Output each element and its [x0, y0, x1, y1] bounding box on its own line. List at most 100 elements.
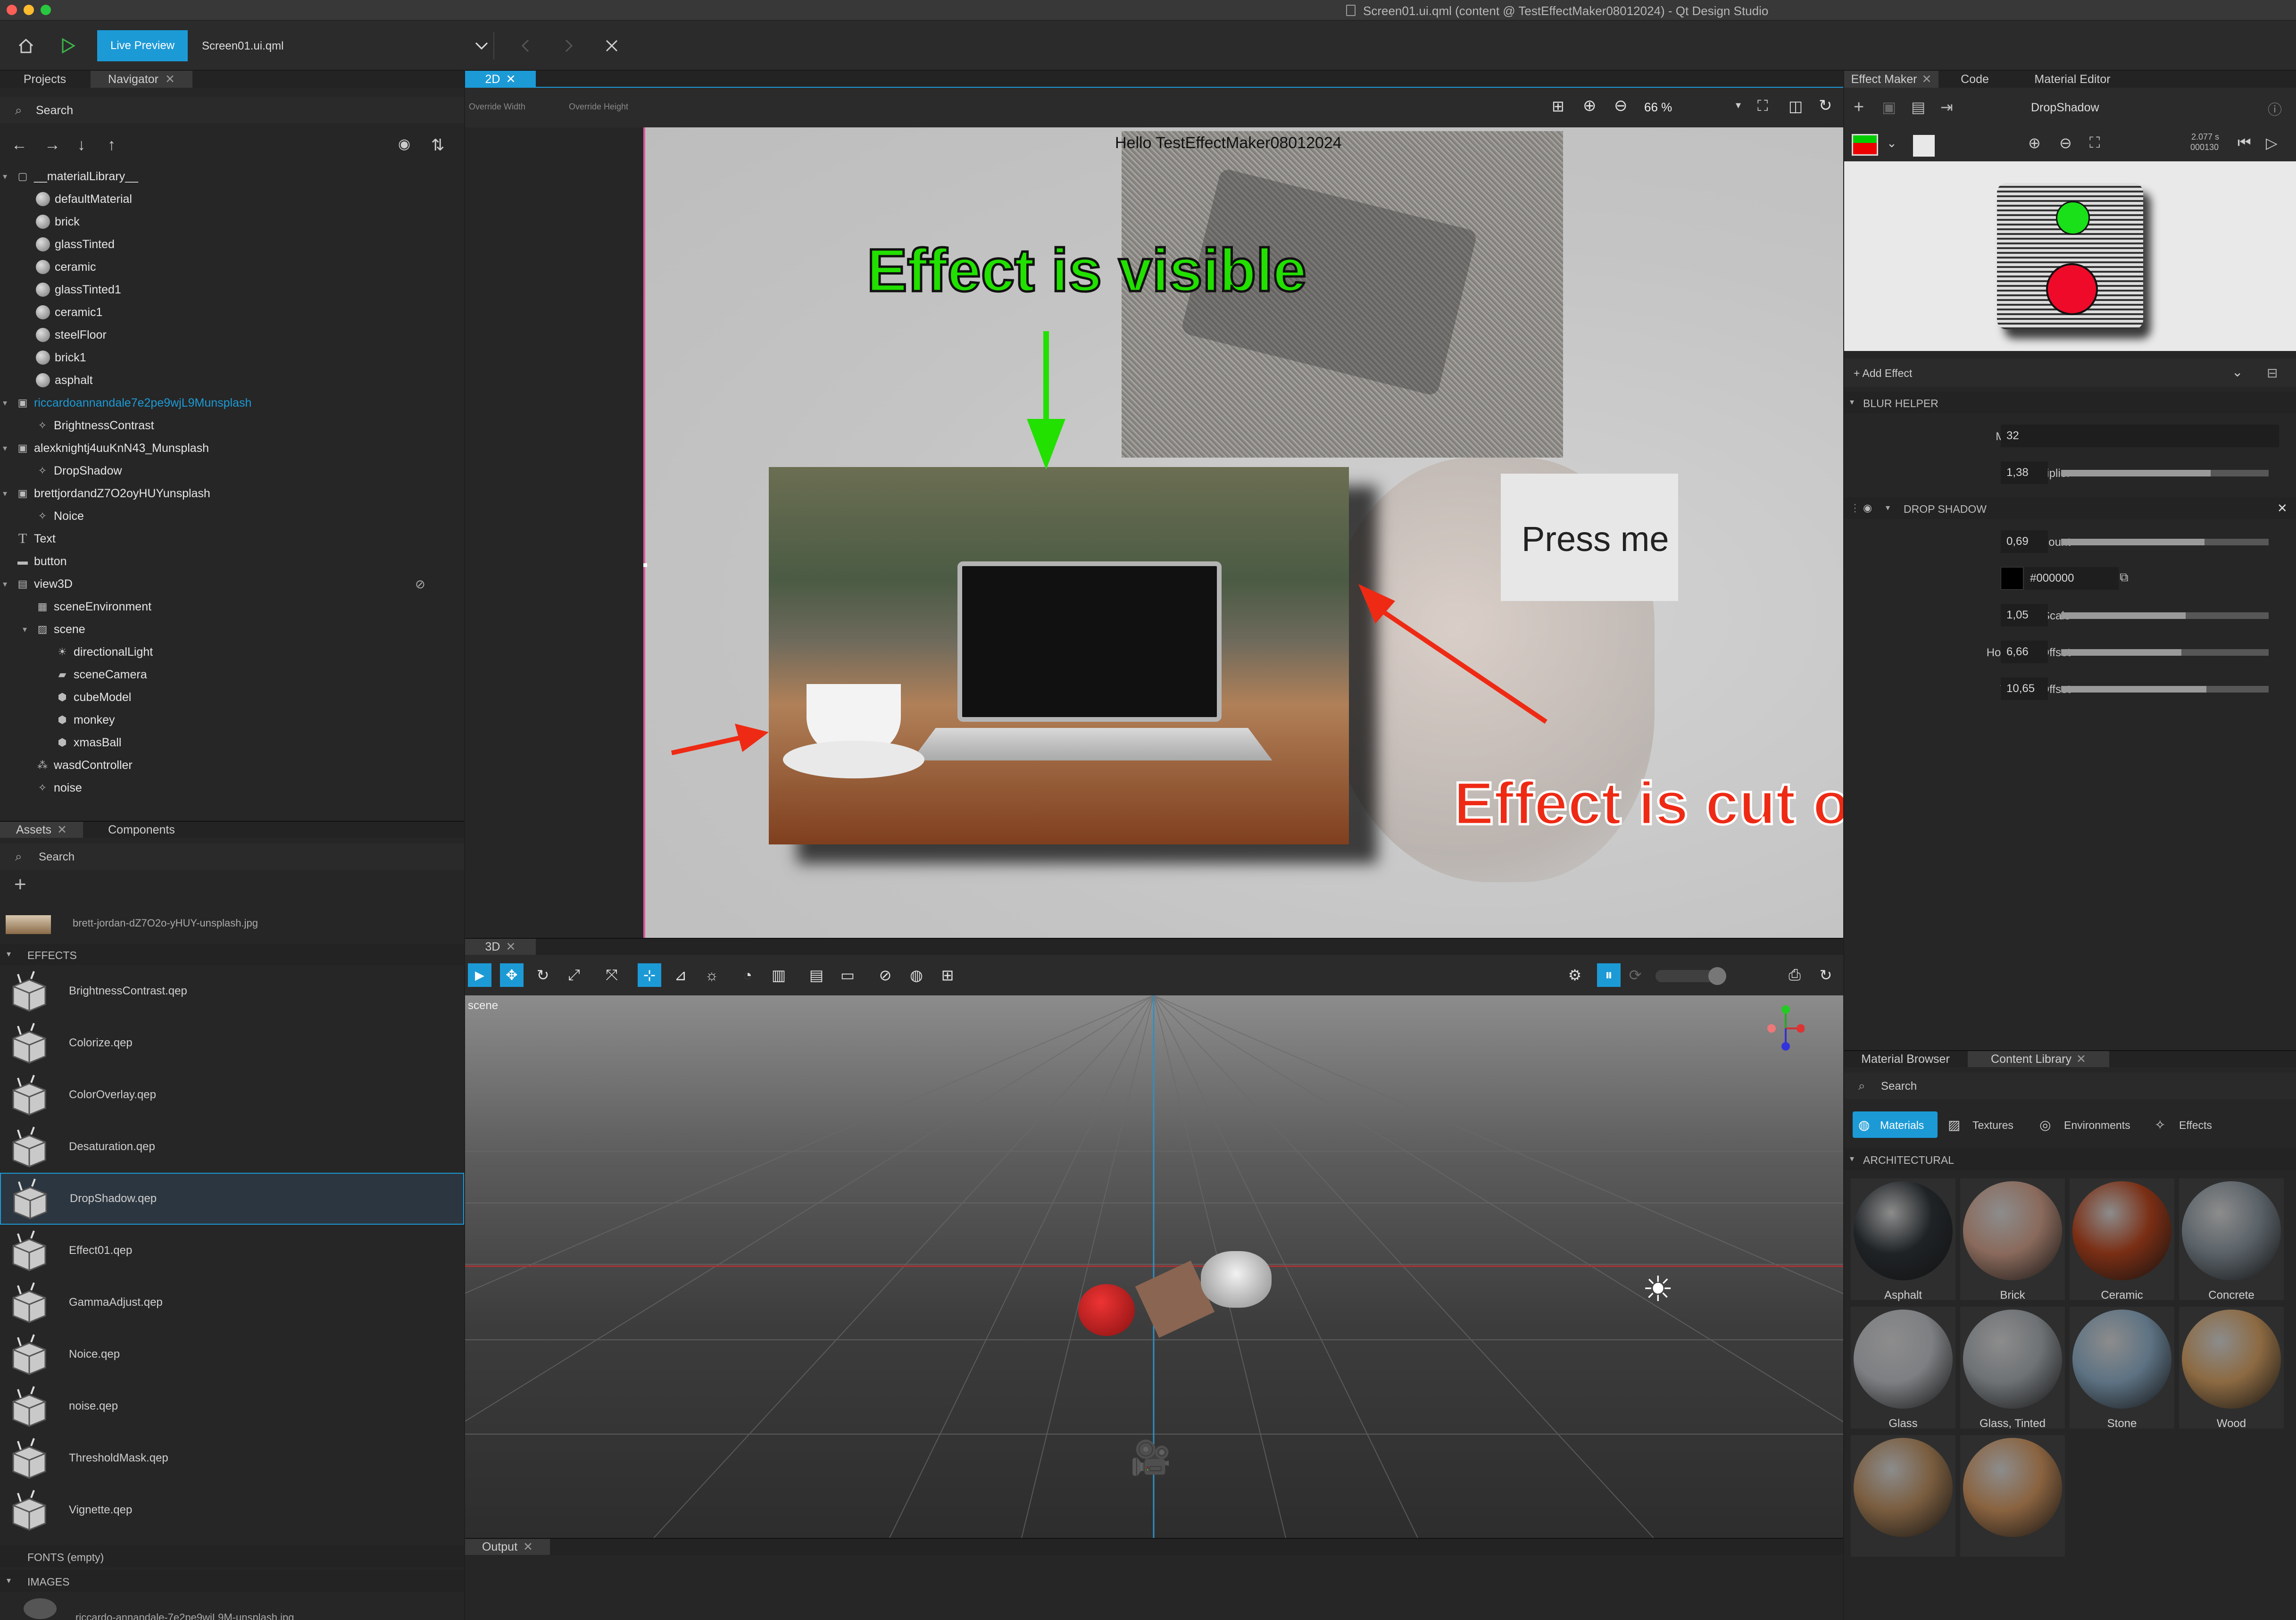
scale-field[interactable]: 1,05 [2001, 604, 2048, 626]
category-textures[interactable]: ▨ Textures [1948, 1111, 2033, 1138]
help-icon[interactable]: ⓘ [2268, 98, 2282, 119]
override-height-field[interactable]: Override Height [569, 102, 628, 112]
effect-item[interactable]: Desaturation.qep [0, 1121, 464, 1173]
background-color-swatch[interactable] [1913, 135, 1935, 157]
tree-item-wasdcontroller[interactable]: ⁂ wasdController [0, 754, 464, 777]
horizontal-offset-field[interactable]: 6,66 [2001, 641, 2048, 663]
scale-slider[interactable] [2061, 612, 2269, 619]
tab-material-browser[interactable]: Material Browser [1844, 1051, 1967, 1067]
scale-tool-icon[interactable]: ⤢ [562, 963, 586, 987]
content-library-search-input[interactable]: ⌕ Search [1844, 1073, 2296, 1099]
vertical-offset-field[interactable]: 10,65 [2001, 677, 2048, 700]
material-card[interactable]: Glass [1851, 1307, 1955, 1430]
tab-material-editor[interactable]: Material Editor [2011, 71, 2134, 88]
anchor-handle[interactable] [643, 563, 647, 567]
move-up-icon[interactable]: ↑ [108, 136, 116, 154]
home-icon[interactable] [14, 34, 38, 58]
fit-icon[interactable]: ⛶ [1757, 97, 1768, 115]
tab-effect-maker[interactable]: Effect Maker ✕ [1844, 71, 1938, 88]
zoom-out-icon[interactable]: ⊖ [2059, 134, 2072, 152]
material-card[interactable]: Glass, Tinted [1960, 1307, 2065, 1430]
material-card[interactable]: Stone [2070, 1307, 2174, 1430]
chevron-down-icon[interactable]: ▾ [3, 489, 16, 499]
close-icon[interactable]: ✕ [165, 72, 175, 86]
tree-item-sceneenvironment[interactable]: ▦ sceneEnvironment [0, 595, 464, 618]
tree-item-scenecamera[interactable]: ▰ sceneCamera [0, 663, 464, 686]
snapshot-icon[interactable]: ⎙ [1783, 963, 1806, 987]
tree-item-brick[interactable]: brick [0, 210, 464, 233]
background-color-icon[interactable]: ◍ [905, 963, 928, 987]
category-effects[interactable]: ✧ Effects [2155, 1111, 2239, 1138]
blur-helper-section[interactable]: ▾ BLUR HELPER [1844, 392, 2296, 413]
asset-file-name[interactable]: brett-jordan-dZ7O2o-yHUY-unsplash.jpg [73, 917, 258, 929]
fit-selection-icon[interactable]: ◫ [1789, 97, 1803, 115]
align-view-icon[interactable]: ▭ [836, 963, 859, 987]
particle-speed-slider[interactable] [1655, 967, 1726, 985]
category-environments[interactable]: ◎ Environments [2039, 1111, 2153, 1138]
drop-shadow-section[interactable]: ⋮ ◉ ▾ DROP SHADOW ✕ [1844, 497, 2296, 519]
remove-effect-icon[interactable]: ✕ [2277, 501, 2288, 516]
hidden-eye-icon[interactable]: ⊘ [415, 577, 425, 592]
pause-icon[interactable]: ⏸ [1597, 963, 1621, 987]
composition-menu-icon[interactable]: ⊟ [2267, 365, 2278, 381]
visibility-icon[interactable]: ◉ [398, 136, 410, 152]
close-icon[interactable]: ✕ [506, 72, 516, 86]
particle-tool-icon[interactable]: ⚙ [1563, 963, 1587, 987]
fit-icon[interactable]: ⛶ [2089, 134, 2100, 152]
fonts-section-header[interactable]: FONTS (empty) [0, 1545, 464, 1567]
tree-item-ceramic[interactable]: ceramic [0, 256, 464, 278]
tree-item-alexknightj4uuknn43-munsplash[interactable]: ▾ ▣ alexknightj4uuKnN43_Munsplash [0, 437, 464, 459]
screen-root[interactable]: Hello TestEffectMaker08012024 Effect is … [643, 127, 1843, 938]
save-icon[interactable]: ▣ [1882, 98, 1896, 116]
close-icon[interactable]: ✕ [2076, 1052, 2086, 1066]
tree-item-noise[interactable]: ✧ noise [0, 777, 464, 799]
images-section-header[interactable]: ▾ IMAGES [0, 1570, 464, 1592]
multiplier-slider[interactable] [2061, 470, 2269, 476]
architectural-section[interactable]: ▾ ARCHITECTURAL [1844, 1148, 2296, 1170]
tree-item-defaultmaterial[interactable]: defaultMaterial [0, 188, 464, 210]
refresh-icon[interactable]: ↻ [1814, 963, 1838, 987]
tree-item-brightnesscontrast[interactable]: ✧ BrightnessContrast [0, 414, 464, 437]
editor2d-canvas[interactable]: Hello TestEffectMaker08012024 Effect is … [465, 127, 1843, 938]
effect-item[interactable]: Noice.qep [0, 1328, 464, 1380]
effect-item[interactable]: DropShadow.qep [0, 1173, 464, 1225]
move-down-icon[interactable]: ↓ [77, 136, 85, 154]
close-window-button[interactable] [7, 5, 17, 15]
zoom-level-dropdown[interactable]: 66 % [1644, 100, 1672, 115]
tab-components[interactable]: Components [84, 822, 199, 838]
current-file-label[interactable]: Screen01.ui.qml [202, 40, 283, 53]
effect-item[interactable]: noise.qep [0, 1380, 464, 1432]
scene-models[interactable] [1078, 1246, 1272, 1338]
tab-2d[interactable]: 2D ✕ [465, 71, 536, 88]
navigator-search-input[interactable]: ⌕ Search [0, 97, 464, 124]
tree-item-dropshadow[interactable]: ✧ DropShadow [0, 459, 464, 482]
tree-item-riccardoannandale7e2pe9wjl9munsplash[interactable]: ▾ ▣ riccardoannandale7e2pe9wjL9Munsplash [0, 392, 464, 414]
tree-item-view3d[interactable]: ▾ ▤ view3D ⊘ [0, 573, 464, 595]
close-icon[interactable]: ✕ [57, 823, 67, 837]
tab-output[interactable]: Output ✕ [465, 1539, 550, 1555]
chevron-down-icon[interactable]: ▾ [3, 579, 16, 589]
tree-item-brick1[interactable]: brick1 [0, 346, 464, 369]
zoom-out-icon[interactable]: ⊖ [1614, 96, 1628, 115]
tab-code[interactable]: Code [1939, 71, 2010, 88]
back-icon[interactable] [514, 34, 538, 58]
close-icon[interactable]: ✕ [523, 1540, 533, 1554]
light-icon[interactable]: ☼ [700, 963, 724, 987]
assign-icon[interactable]: ⇥ [1940, 98, 1953, 116]
tree-item-brettjordandz7o2oyhuyunsplash[interactable]: ▾ ▣ brettjordandZ7O2oyHUYunsplash [0, 482, 464, 505]
tab-projects[interactable]: Projects [0, 71, 90, 88]
tree-item--materiallibrary-[interactable]: ▾ ▢ __materialLibrary__ [0, 165, 464, 188]
run-icon[interactable] [56, 34, 79, 58]
camera-toggle-icon[interactable]: ◔ [736, 963, 759, 987]
tree-item-asphalt[interactable]: asphalt [0, 369, 464, 392]
chevron-down-icon[interactable]: ▾ [3, 172, 16, 182]
save-as-icon[interactable]: ▤ [1911, 98, 1925, 116]
assets-search-input[interactable]: ⌕ Search [0, 843, 464, 870]
material-card[interactable]: Asphalt [1851, 1178, 1955, 1302]
chevron-down-icon[interactable]: ⌄ [1887, 136, 1897, 150]
chevron-down-icon[interactable]: ▾ [1736, 99, 1741, 111]
monkey-model[interactable] [1201, 1251, 1272, 1308]
split-view-icon[interactable]: ⊞ [936, 963, 959, 987]
grid-icon[interactable]: ▥ [767, 963, 790, 987]
sort-icon[interactable]: ⇅ [431, 136, 445, 155]
